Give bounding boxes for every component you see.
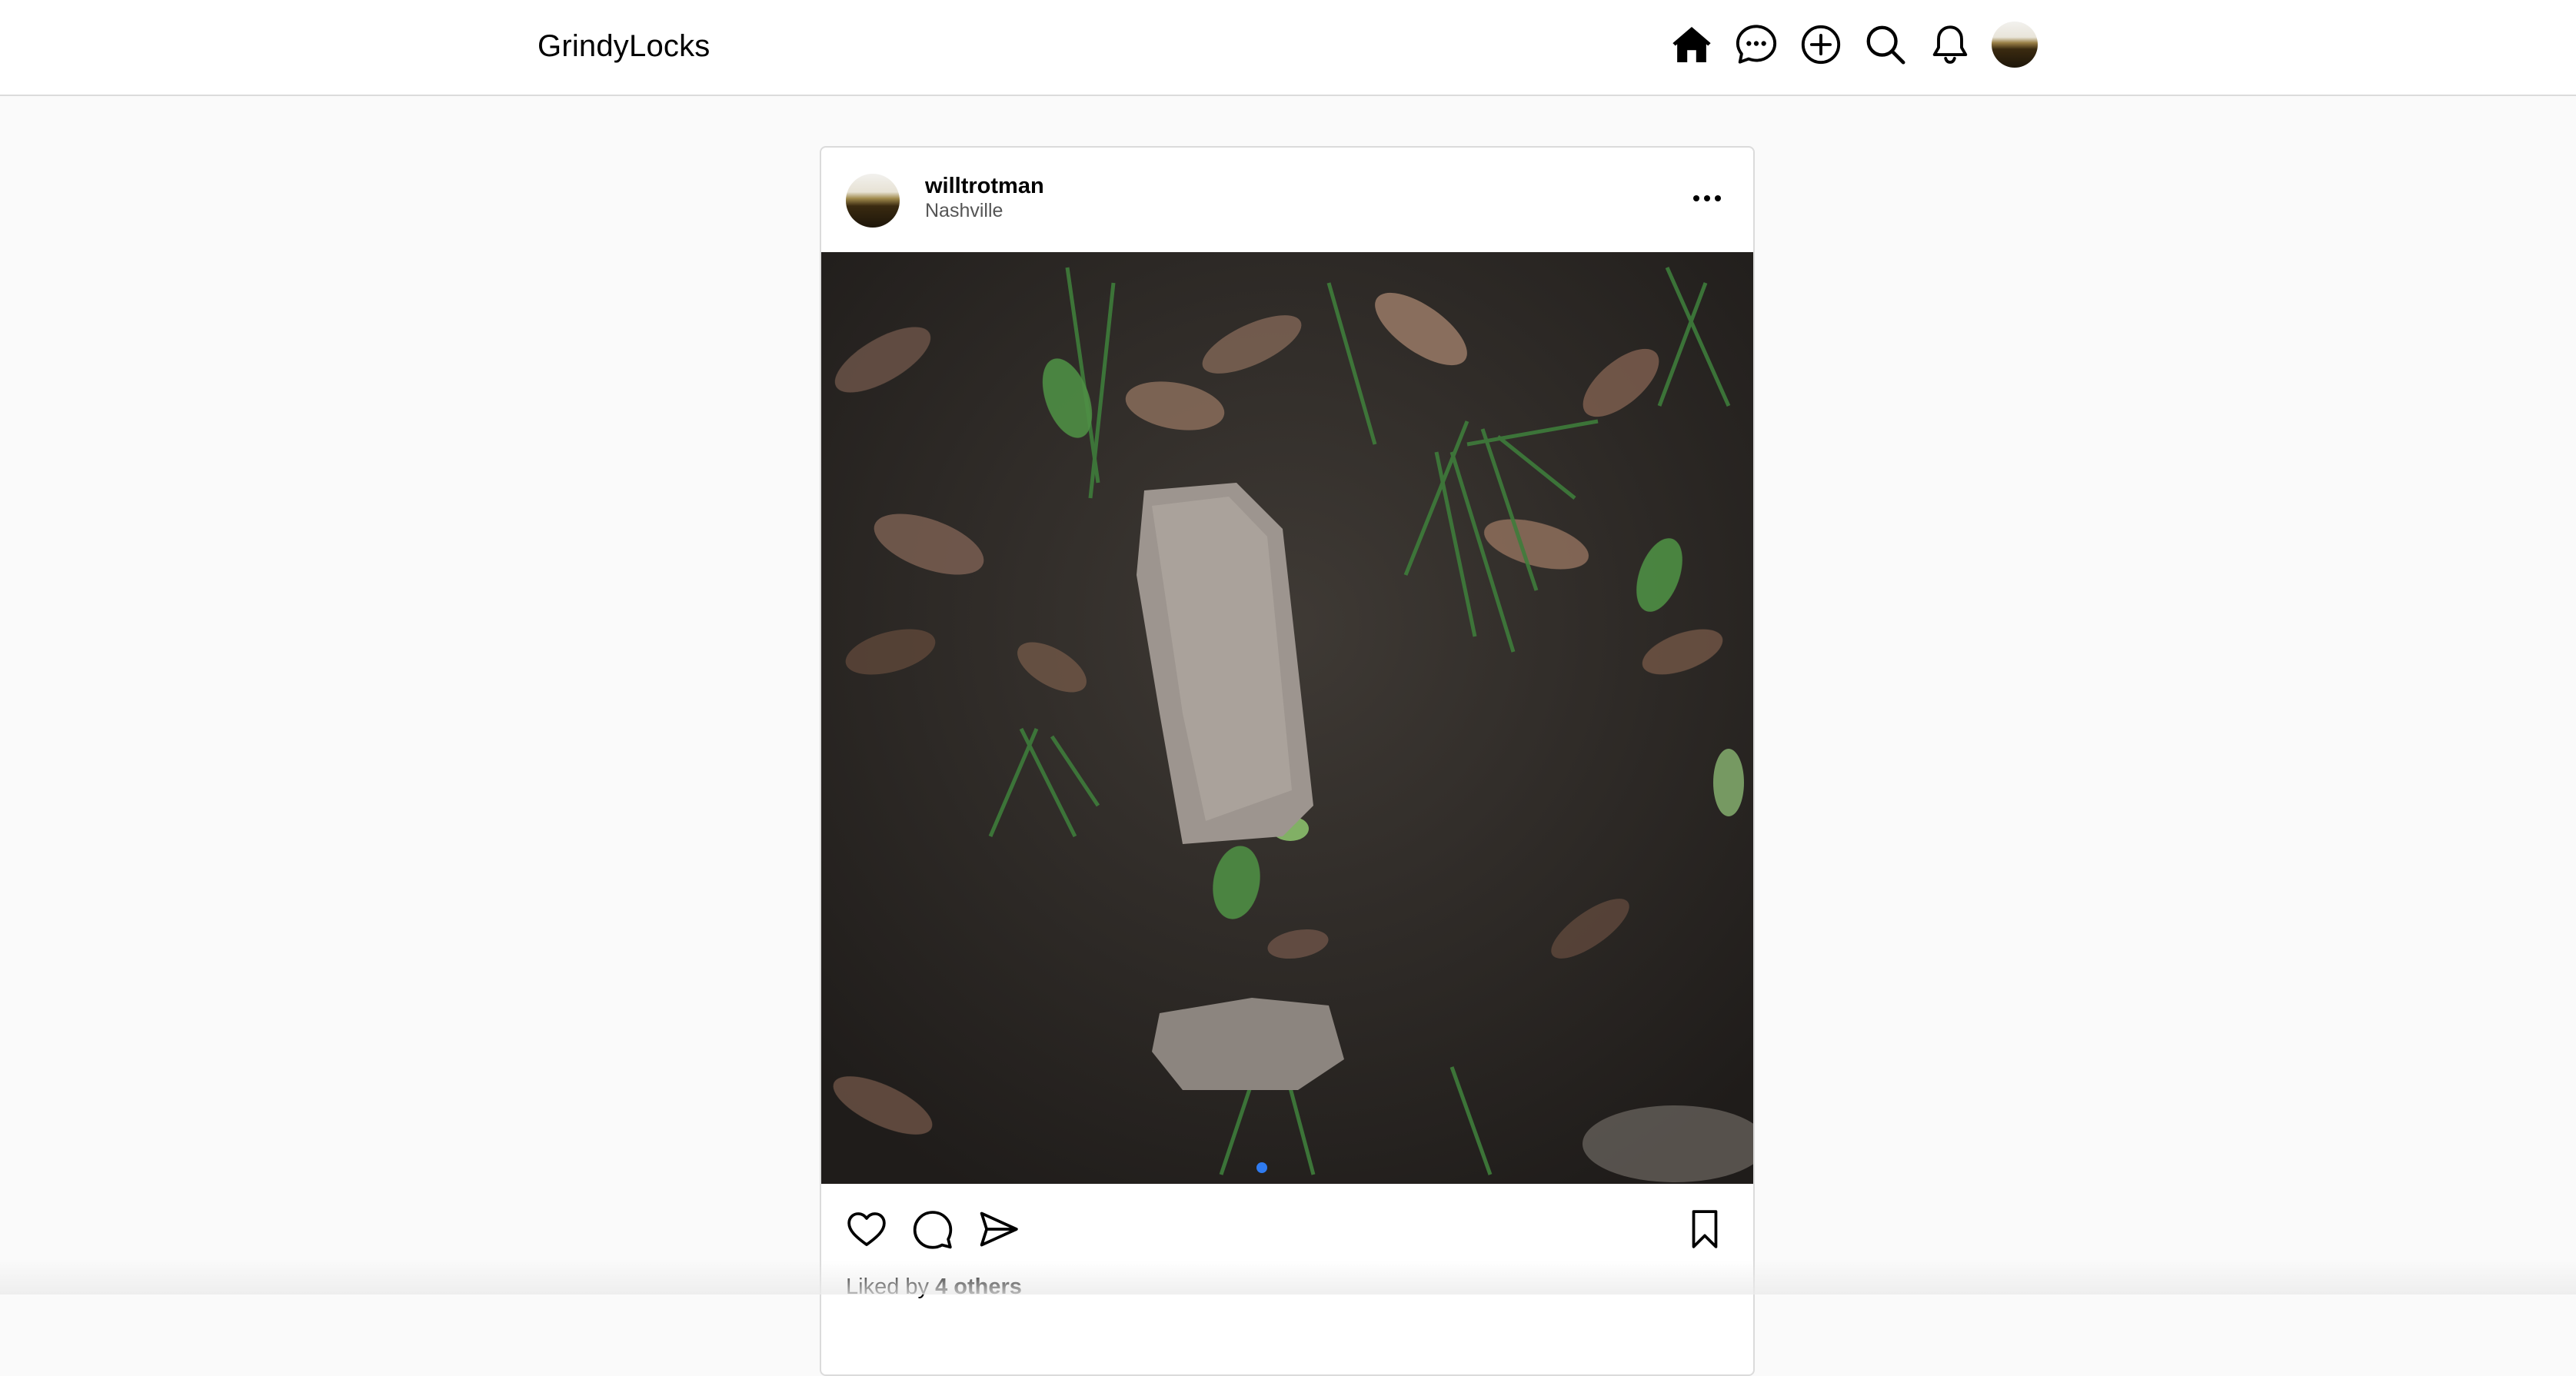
send-icon bbox=[980, 1211, 1018, 1247]
post-author-avatar[interactable] bbox=[846, 174, 900, 228]
home-icon bbox=[1672, 27, 1711, 62]
more-options-button[interactable] bbox=[1682, 181, 1732, 215]
bookmark-icon bbox=[1692, 1210, 1718, 1248]
save-button[interactable] bbox=[1681, 1205, 1729, 1253]
messages-button[interactable] bbox=[1732, 20, 1781, 69]
brand-logo-text[interactable]: GrindyLocks bbox=[537, 26, 711, 66]
search-icon bbox=[1866, 25, 1905, 65]
post-header: willtrotman Nashville bbox=[821, 148, 1753, 252]
plus-circle-icon bbox=[1801, 25, 1841, 65]
post-username[interactable]: willtrotman bbox=[925, 174, 1044, 199]
notifications-button[interactable] bbox=[1925, 20, 1975, 69]
chat-bubble-icon bbox=[1736, 25, 1777, 64]
post-photo[interactable] bbox=[821, 252, 1753, 1184]
bottom-fade bbox=[0, 1261, 2576, 1295]
heart-icon bbox=[847, 1212, 886, 1246]
post-card: willtrotman Nashville bbox=[820, 146, 1755, 1376]
comment-button[interactable] bbox=[909, 1205, 957, 1253]
post-actions bbox=[821, 1185, 1753, 1270]
post-image bbox=[821, 252, 1753, 1184]
like-button[interactable] bbox=[843, 1205, 890, 1253]
profile-button[interactable] bbox=[1990, 20, 2039, 69]
top-navigation-bar: GrindyLocks bbox=[0, 0, 2576, 96]
post-location[interactable]: Nashville bbox=[925, 200, 1003, 222]
bell-icon bbox=[1932, 25, 1968, 64]
search-button[interactable] bbox=[1861, 20, 1910, 69]
comment-bubble-icon bbox=[913, 1211, 953, 1249]
avatar bbox=[1992, 22, 2038, 68]
home-button[interactable] bbox=[1667, 20, 1716, 69]
share-button[interactable] bbox=[975, 1205, 1023, 1253]
create-post-button[interactable] bbox=[1796, 20, 1845, 69]
more-horizontal-icon bbox=[1693, 195, 1721, 201]
carousel-indicator-dot bbox=[1256, 1162, 1267, 1173]
